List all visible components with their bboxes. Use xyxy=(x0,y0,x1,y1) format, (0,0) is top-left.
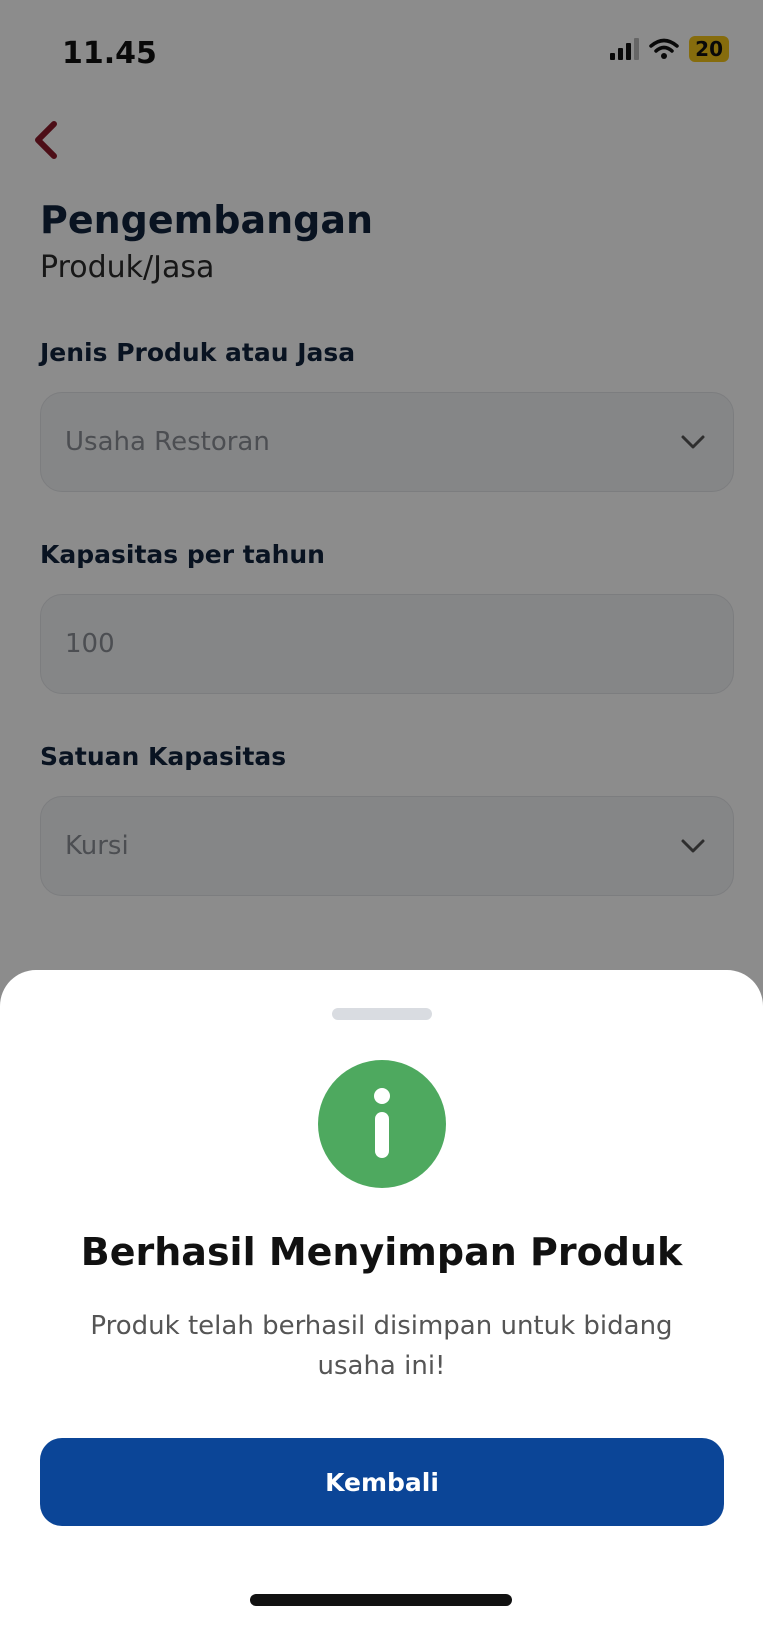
bottom-sheet: Berhasil Menyimpan Produk Produk telah b… xyxy=(0,970,763,1644)
screen: 11.45 20 Pengembangan Produk/Jasa Jenis … xyxy=(0,0,763,1644)
info-icon xyxy=(318,1060,446,1188)
sheet-drag-handle[interactable] xyxy=(332,1008,432,1020)
kembali-button[interactable]: Kembali xyxy=(40,1438,724,1526)
sheet-message: Produk telah berhasil disimpan untuk bid… xyxy=(90,1311,673,1381)
sheet-title: Berhasil Menyimpan Produk xyxy=(80,1230,683,1274)
home-indicator xyxy=(250,1594,512,1606)
